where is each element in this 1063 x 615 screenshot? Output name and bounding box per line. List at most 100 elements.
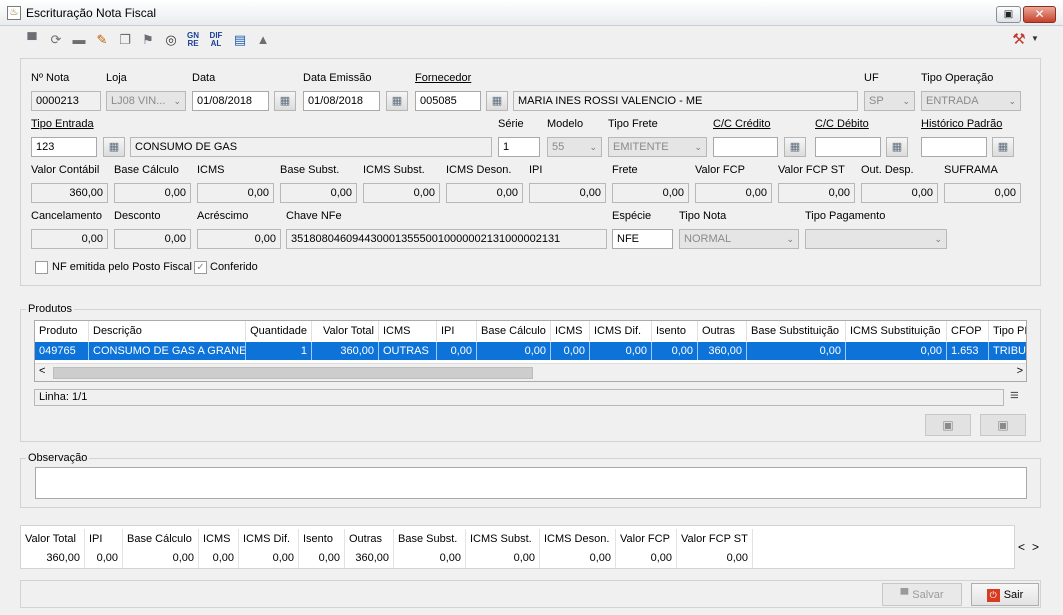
- fornecedor-name-field[interactable]: MARIA INES ROSSI VALENCIO - ME: [513, 91, 858, 111]
- fornecedor-label[interactable]: Fornecedor: [415, 72, 471, 84]
- col-header[interactable]: Quantidade: [246, 321, 312, 341]
- calendar-icon[interactable]: ▦: [386, 91, 408, 111]
- desconto-field[interactable]: 0,00: [114, 229, 191, 249]
- observacao-textarea[interactable]: [35, 467, 1027, 499]
- cc-debito-field[interactable]: [815, 137, 881, 157]
- chave-nfe-field[interactable]: 3518080460944300013555001000000213100000…: [286, 229, 607, 249]
- scrollbar-thumb[interactable]: [53, 367, 533, 379]
- col-header[interactable]: Outras: [698, 321, 747, 341]
- report-icon[interactable]: ▤: [231, 31, 249, 49]
- calendar-icon[interactable]: ▦: [274, 91, 296, 111]
- tipo-entrada-code-field[interactable]: 123: [31, 137, 97, 157]
- comment-icon[interactable]: ▬: [70, 31, 88, 49]
- col-header[interactable]: IPI: [437, 321, 477, 341]
- warning-icon[interactable]: ▲: [254, 31, 272, 49]
- produto-action-button-1[interactable]: ▣: [925, 414, 971, 436]
- edit-note-icon[interactable]: ✎: [93, 31, 111, 49]
- menu-icon[interactable]: ≡: [1010, 387, 1019, 404]
- tag-icon[interactable]: ⚑: [139, 31, 157, 49]
- col-header[interactable]: ICMS: [379, 321, 437, 341]
- save-icon[interactable]: ▀: [23, 31, 41, 49]
- conferido-checkbox[interactable]: ✓: [194, 261, 207, 274]
- nf-posto-checkbox[interactable]: [35, 261, 48, 274]
- col-header[interactable]: Tipo PI: [989, 321, 1026, 341]
- scroll-right-icon[interactable]: >: [1017, 365, 1023, 377]
- historico-label[interactable]: Histórico Padrão: [921, 118, 1002, 130]
- frete-field[interactable]: 0,00: [612, 183, 689, 203]
- historico-field[interactable]: [921, 137, 987, 157]
- icms-field[interactable]: 0,00: [197, 183, 274, 203]
- tipo-entrada-label[interactable]: Tipo Entrada: [31, 118, 94, 130]
- refresh-icon[interactable]: ⟳: [47, 31, 65, 49]
- suframa-field[interactable]: 0,00: [944, 183, 1021, 203]
- search-lookup-icon[interactable]: ▦: [886, 137, 908, 157]
- fornecedor-code-field[interactable]: 005085: [415, 91, 481, 111]
- search-lookup-icon[interactable]: ▦: [486, 91, 508, 111]
- valor-fcp-st-label: Valor FCP ST: [778, 164, 845, 176]
- tools-icon[interactable]: ⚒: [1011, 31, 1027, 49]
- acrescimo-field[interactable]: 0,00: [197, 229, 281, 249]
- search-lookup-icon[interactable]: ▦: [784, 137, 806, 157]
- totals-nav-left-icon[interactable]: <: [1018, 540, 1025, 554]
- cc-credito-field[interactable]: [713, 137, 778, 157]
- cc-debito-label[interactable]: C/C Débito: [815, 118, 869, 130]
- uf-select[interactable]: SP ⌄: [864, 91, 915, 111]
- data-emissao-field[interactable]: 01/08/2018: [303, 91, 380, 111]
- horizontal-scrollbar[interactable]: < >: [35, 363, 1026, 381]
- totals-nav-right-icon[interactable]: >: [1032, 540, 1039, 554]
- col-header[interactable]: ICMS Substituição: [846, 321, 947, 341]
- icms-subst-field[interactable]: 0,00: [363, 183, 440, 203]
- gnre-icon[interactable]: GN RE: [185, 31, 201, 49]
- col-header[interactable]: CFOP: [947, 321, 989, 341]
- col-header[interactable]: Base Cálculo: [477, 321, 551, 341]
- salvar-button[interactable]: ▀ Salvar: [882, 583, 962, 606]
- nota-field[interactable]: 0000213: [31, 91, 101, 111]
- cancelamento-field[interactable]: 0,00: [31, 229, 108, 249]
- col-header[interactable]: ICMS: [551, 321, 590, 341]
- tipo-nota-select[interactable]: NORMAL ⌄: [679, 229, 799, 249]
- totals-header: ICMS Subst.: [466, 529, 540, 549]
- serie-field[interactable]: 1: [498, 137, 540, 157]
- col-header[interactable]: Valor Total: [312, 321, 379, 341]
- icms-deson-field[interactable]: 0,00: [446, 183, 523, 203]
- col-header[interactable]: Produto: [35, 321, 89, 341]
- base-subst-field[interactable]: 0,00: [280, 183, 357, 203]
- tipo-pagamento-label: Tipo Pagamento: [805, 210, 886, 222]
- data-field[interactable]: 01/08/2018: [192, 91, 269, 111]
- totals-header: ICMS Deson.: [540, 529, 616, 549]
- totals-header: Valor FCP ST: [677, 529, 753, 549]
- difal-icon[interactable]: DIF AL: [207, 31, 225, 49]
- valor-contabil-field[interactable]: 360,00: [31, 183, 108, 203]
- scroll-left-icon[interactable]: <: [39, 365, 45, 377]
- ipi-field[interactable]: 0,00: [529, 183, 606, 203]
- tipo-frete-select[interactable]: EMITENTE ⌄: [608, 137, 707, 157]
- restore-button[interactable]: ▣: [996, 6, 1021, 23]
- totals-header: ICMS: [199, 529, 239, 549]
- tipo-operacao-select[interactable]: ENTRADA ⌄: [921, 91, 1021, 111]
- produto-action-button-2[interactable]: ▣: [980, 414, 1026, 436]
- loja-select[interactable]: LJ08 VIN... ⌄: [106, 91, 186, 111]
- sair-button[interactable]: ⏻ Sair: [971, 583, 1039, 606]
- col-header[interactable]: Descrição: [89, 321, 246, 341]
- col-header[interactable]: ICMS Dif.: [590, 321, 652, 341]
- close-button[interactable]: ✕: [1023, 6, 1056, 23]
- tipo-pagamento-select[interactable]: ⌄: [805, 229, 947, 249]
- especie-field[interactable]: NFE: [612, 229, 673, 249]
- valor-fcp-st-field[interactable]: 0,00: [778, 183, 855, 203]
- search-lookup-icon[interactable]: ▦: [992, 137, 1014, 157]
- cc-credito-label[interactable]: C/C Crédito: [713, 118, 770, 130]
- tools-dropdown-icon[interactable]: ▼: [1031, 34, 1039, 43]
- base-calculo-field[interactable]: 0,00: [114, 183, 191, 203]
- cancelamento-label: Cancelamento: [31, 210, 102, 222]
- col-header[interactable]: Base Substituição: [747, 321, 846, 341]
- copy-icon[interactable]: ❐: [116, 31, 134, 49]
- valor-fcp-field[interactable]: 0,00: [695, 183, 772, 203]
- modelo-select[interactable]: 55 ⌄: [547, 137, 602, 157]
- binoculars-icon[interactable]: ◎: [162, 31, 180, 49]
- tipo-entrada-desc-field[interactable]: CONSUMO DE GAS: [130, 137, 492, 157]
- out-desp-field[interactable]: 0,00: [861, 183, 938, 203]
- table-row[interactable]: 049765 CONSUMO DE GAS A GRANEL 1 360,00 …: [35, 342, 1026, 360]
- table-cell: 0,00: [747, 342, 846, 360]
- col-header[interactable]: Isento: [652, 321, 698, 341]
- search-lookup-icon[interactable]: ▦: [103, 137, 125, 157]
